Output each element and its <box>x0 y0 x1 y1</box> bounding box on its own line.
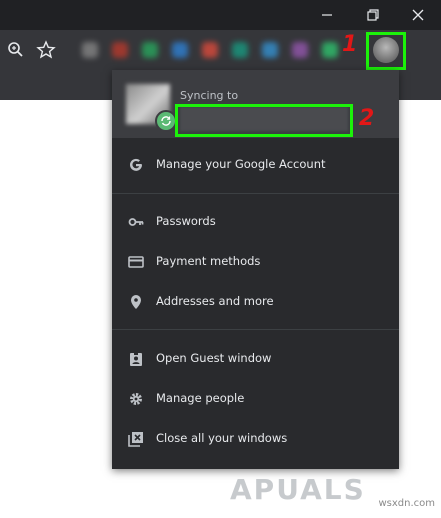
extension-icon[interactable] <box>172 42 188 58</box>
extension-icon[interactable] <box>322 42 338 58</box>
extension-icon[interactable] <box>82 42 98 58</box>
menu-item-label: Open Guest window <box>156 351 272 365</box>
menu-item-label: Manage your Google Account <box>156 157 326 171</box>
step-number-2: 2 <box>359 106 375 131</box>
extension-icon[interactable] <box>262 42 278 58</box>
gear-icon <box>130 393 142 405</box>
window-title-bar <box>0 0 441 30</box>
menu-item-manage-people[interactable]: Manage people <box>112 379 399 419</box>
restore-icon <box>367 9 379 21</box>
key-icon <box>128 218 144 226</box>
close-button[interactable] <box>395 0 441 30</box>
step-number-1: 1 <box>342 32 358 57</box>
extension-icon[interactable] <box>142 42 158 58</box>
sync-badge <box>155 110 177 132</box>
credit-card-icon <box>128 256 144 268</box>
highlight-box-2 <box>175 104 353 137</box>
star-icon <box>36 40 56 59</box>
extension-icon[interactable] <box>202 42 218 58</box>
menu-item-close-all-windows[interactable]: Close all your windows <box>112 419 399 459</box>
guest-badge-icon <box>130 352 142 366</box>
menu-item-label: Addresses and more <box>156 294 274 308</box>
extension-icon[interactable] <box>112 42 128 58</box>
restore-button[interactable] <box>350 0 396 30</box>
extension-icon[interactable] <box>292 42 308 58</box>
location-pin-icon <box>131 295 141 309</box>
menu-item-manage-google-account[interactable]: Manage your Google Account <box>112 145 399 185</box>
close-icon <box>412 9 424 21</box>
close-window-icon <box>128 432 143 447</box>
menu-item-passwords[interactable]: Passwords <box>112 202 399 242</box>
site-watermark: wsxdn.com <box>378 498 435 509</box>
menu-item-label: Payment methods <box>156 254 261 268</box>
menu-item-label: Manage people <box>156 391 245 405</box>
sync-icon <box>161 116 171 126</box>
menu-item-open-guest-window[interactable]: Open Guest window <box>112 339 399 379</box>
highlight-box-1 <box>366 32 406 70</box>
menu-divider <box>112 329 399 330</box>
appuals-logo-watermark: APUALS <box>230 473 366 506</box>
bookmark-star-button[interactable] <box>36 40 56 60</box>
extension-icon[interactable] <box>232 42 248 58</box>
menu-item-label: Close all your windows <box>156 431 288 445</box>
zoom-button[interactable] <box>6 40 26 60</box>
zoom-icon <box>8 42 23 57</box>
minimize-icon <box>322 14 332 16</box>
menu-item-label: Passwords <box>156 214 216 228</box>
sync-label: Syncing to <box>180 89 239 102</box>
menu-divider <box>112 193 399 194</box>
menu-item-addresses[interactable]: Addresses and more <box>112 282 399 322</box>
menu-item-payment-methods[interactable]: Payment methods <box>112 242 399 282</box>
google-g-icon <box>130 158 142 171</box>
minimize-button[interactable] <box>304 0 350 30</box>
